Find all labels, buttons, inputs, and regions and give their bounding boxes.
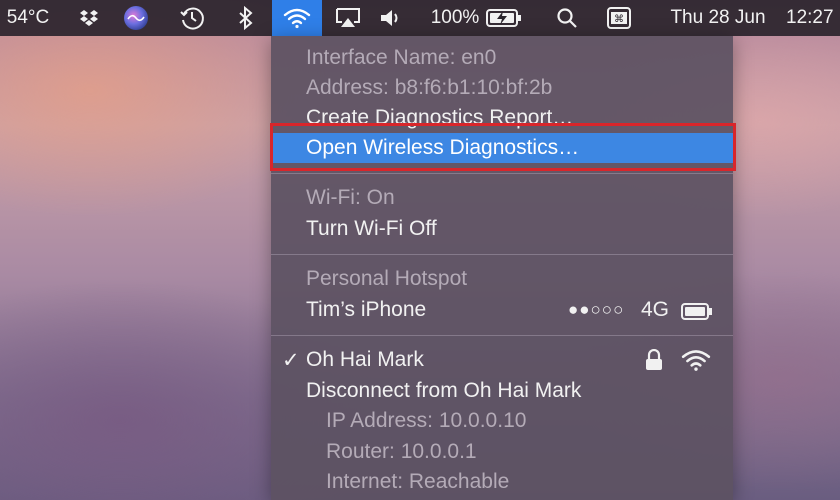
time-label: 12:27: [786, 7, 834, 28]
personal-hotspot-label: Personal Hotspot: [306, 267, 468, 290]
battery-percent[interactable]: 100%: [428, 0, 482, 36]
ip-address-item: IP Address: 10.0.0.10: [271, 406, 733, 436]
airplay-icon[interactable]: [332, 0, 364, 36]
current-network-name: Oh Hai Mark: [306, 348, 424, 371]
time-display[interactable]: 12:27: [786, 0, 840, 36]
wifi-icon: [283, 8, 311, 29]
wifi-menu-extra[interactable]: [272, 0, 322, 36]
wifi-signal-icon: [681, 348, 711, 378]
menu-separator: [271, 173, 733, 174]
router-item: Router: 10.0.0.1: [271, 437, 733, 467]
hotspot-device-item[interactable]: Tim’s iPhone ●●○○○ 4G: [271, 295, 733, 325]
menu-separator: [271, 254, 733, 255]
battery-charging-icon[interactable]: [484, 0, 524, 36]
spotlight-icon[interactable]: [552, 0, 582, 36]
current-network-item[interactable]: ✓ Oh Hai Mark: [271, 345, 733, 375]
time-machine-icon[interactable]: [175, 0, 209, 36]
disconnect-item[interactable]: Disconnect from Oh Hai Mark: [271, 376, 733, 406]
network-type-label: 4G: [641, 298, 670, 321]
router-label: Router: 10.0.0.1: [326, 440, 477, 463]
bluetooth-icon[interactable]: [232, 0, 260, 36]
disconnect-label: Disconnect from Oh Hai Mark: [306, 379, 582, 402]
menu-bar: 54°C 100% ⌘ Thu 28 Jun 12:27: [0, 0, 840, 36]
internet-status-item: Internet: Reachable: [271, 467, 733, 497]
interface-name-item: Interface Name: en0: [271, 43, 733, 73]
address-item: Address: b8:f6:b1:10:bf:2b: [271, 73, 733, 103]
temperature-label: 54°C: [6, 7, 50, 28]
siri-icon[interactable]: [120, 0, 152, 36]
highlight-callout-box: [270, 123, 736, 171]
cellular-signal-icon: ●●○○○: [568, 300, 625, 319]
address-label: Address: b8:f6:b1:10:bf:2b: [306, 76, 553, 99]
interface-name-label: Interface Name: en0: [306, 46, 497, 69]
turn-wifi-off-item[interactable]: Turn Wi-Fi Off: [271, 214, 733, 244]
lock-icon: [645, 348, 663, 377]
battery-percent-label: 100%: [430, 7, 480, 28]
menu-separator: [271, 335, 733, 336]
personal-hotspot-header: Personal Hotspot: [271, 264, 733, 294]
temperature-status[interactable]: 54°C: [4, 0, 52, 36]
internet-status-label: Internet: Reachable: [326, 470, 510, 493]
ip-address-label: IP Address: 10.0.0.10: [326, 409, 527, 432]
hotspot-battery-icon: [681, 302, 713, 326]
hotspot-device-name: Tim’s iPhone: [306, 298, 427, 321]
dropbox-icon[interactable]: [74, 0, 104, 36]
wifi-status-label: Wi-Fi: On: [306, 186, 395, 209]
date-label: Thu 28 Jun: [670, 7, 766, 28]
wifi-dropdown-menu: Interface Name: en0 Address: b8:f6:b1:10…: [271, 36, 733, 500]
volume-icon[interactable]: [377, 0, 405, 36]
svg-text:⌘: ⌘: [614, 14, 624, 25]
date-display[interactable]: Thu 28 Jun: [656, 0, 780, 36]
control-strip-icon[interactable]: ⌘: [604, 0, 634, 36]
wifi-status-item: Wi-Fi: On: [271, 183, 733, 213]
turn-wifi-off-label: Turn Wi-Fi Off: [306, 217, 437, 240]
checkmark-icon: ✓: [282, 348, 300, 372]
